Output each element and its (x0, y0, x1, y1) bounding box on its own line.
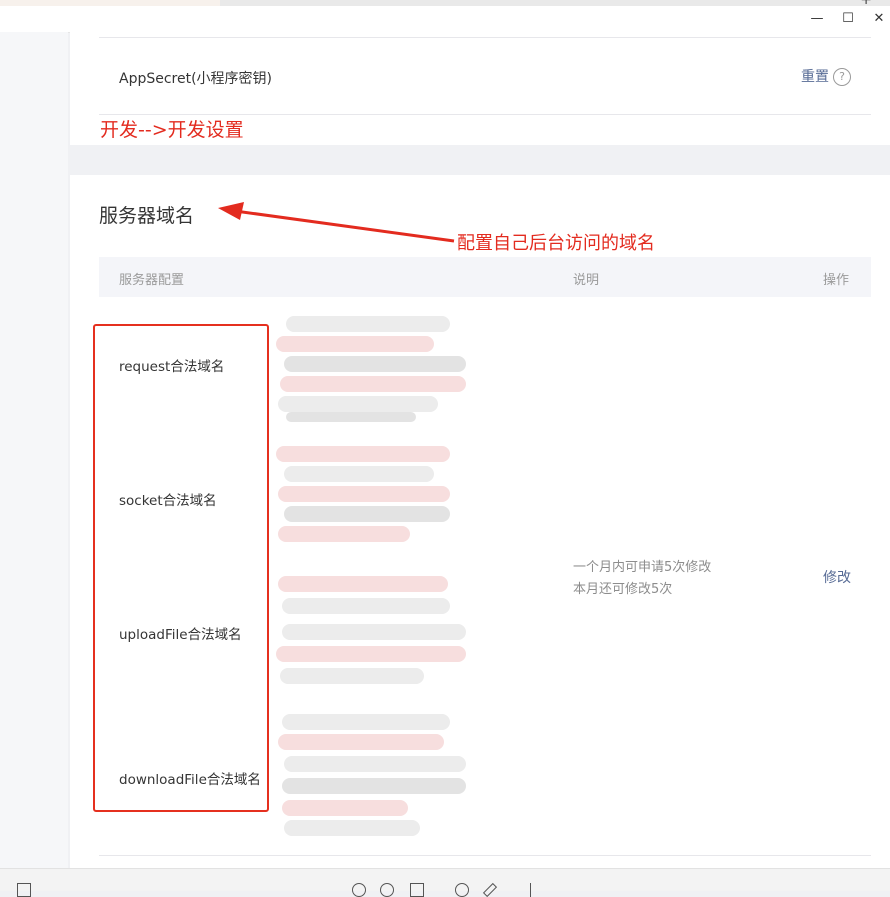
description-line-2: 本月还可修改5次 (573, 582, 673, 597)
reset-link[interactable]: 重置 (801, 69, 829, 85)
info-icon[interactable] (352, 883, 366, 897)
close-icon[interactable]: ✕ (868, 10, 890, 28)
frame-icon[interactable] (410, 883, 424, 897)
divider (99, 37, 871, 38)
column-header-description: 说明 (573, 273, 600, 288)
table-header: 服务器配置 说明 操作 (99, 257, 871, 297)
highlight-box (93, 324, 269, 812)
divider (99, 855, 871, 856)
path-annotation: 开发-->开发设置 (100, 119, 244, 141)
reset-control: 重置? (801, 66, 851, 86)
maximize-icon[interactable]: ☐ (837, 10, 859, 28)
modify-link[interactable]: 修改 (823, 567, 851, 587)
title-bar: — ☐ ✕ (0, 6, 890, 33)
square-icon[interactable] (17, 883, 31, 897)
bottom-toolbar (0, 868, 890, 897)
app-secret-card: AppSecret(小程序密钥) 重置? 开发-->开发设置 (70, 32, 890, 145)
redacted-domain-values (276, 310, 466, 840)
domain-annotation: 配置自己后台访问的域名 (457, 233, 655, 254)
cursor-icon[interactable] (530, 883, 532, 897)
description-line-1: 一个月内可申请5次修改 (573, 560, 712, 575)
column-header-config: 服务器配置 (119, 273, 185, 288)
sidebar-area (0, 32, 68, 868)
help-icon[interactable]: ? (833, 68, 851, 86)
minimize-icon[interactable]: — (806, 10, 828, 28)
column-header-action: 操作 (823, 273, 850, 288)
rotate-icon[interactable] (455, 883, 469, 897)
appsecret-label: AppSecret(小程序密钥) (119, 71, 273, 87)
zoom-icon[interactable] (380, 883, 394, 897)
arrow-annotation (218, 202, 455, 243)
section-title: 服务器域名 (99, 205, 195, 227)
